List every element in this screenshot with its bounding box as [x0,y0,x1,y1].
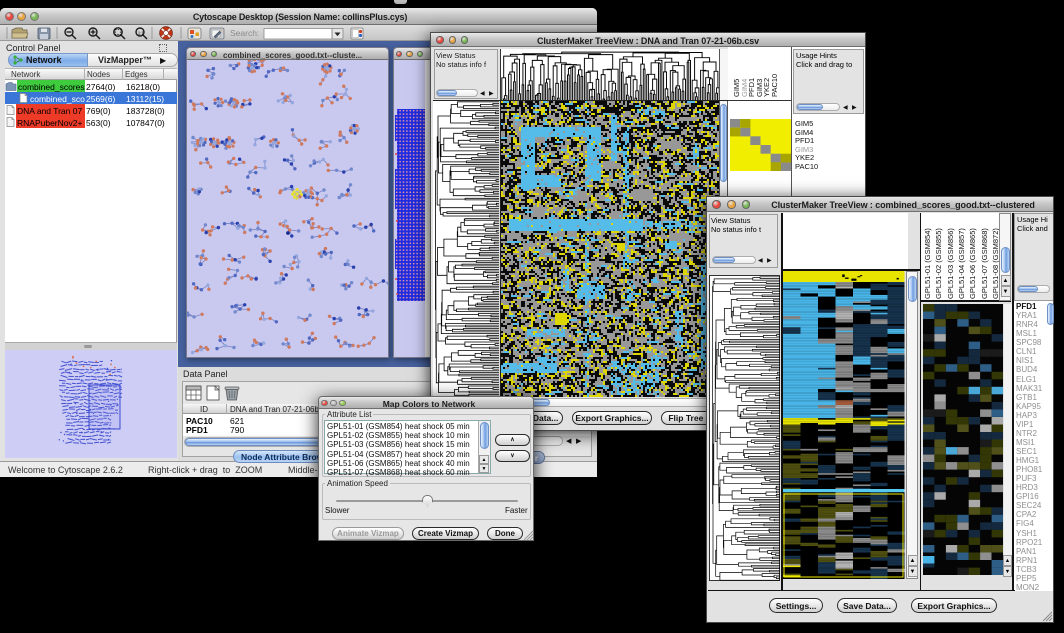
svg-text:1:1: 1:1 [138,31,145,36]
svg-text:Search:: Search: [230,28,259,38]
